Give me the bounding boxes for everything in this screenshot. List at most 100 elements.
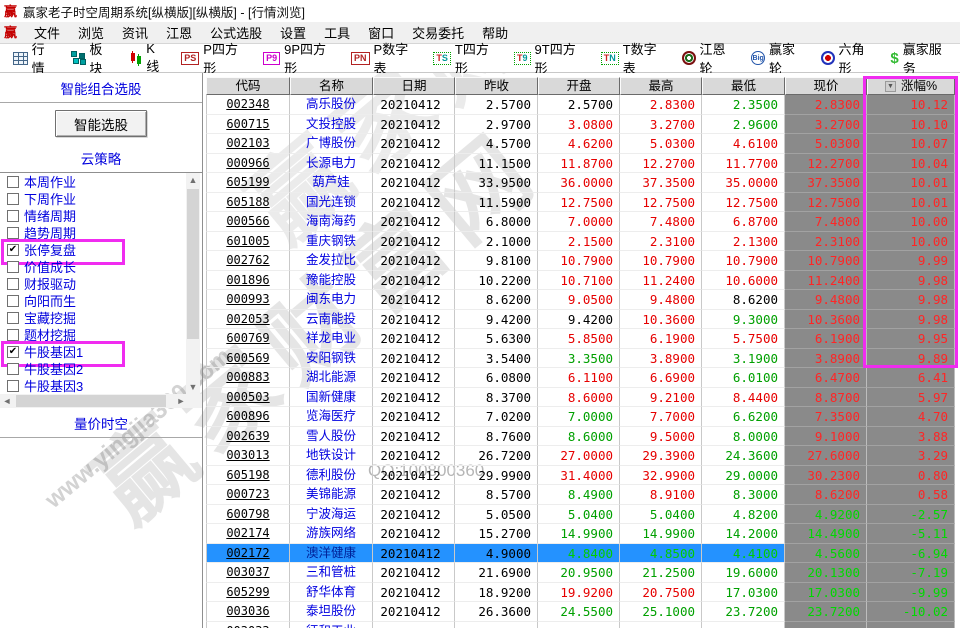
table-row-000883[interactable]: 000883湖北能源202104126.08006.11006.69006.01… xyxy=(206,368,960,388)
stock-code[interactable]: 001896 xyxy=(206,271,290,291)
checkbox-icon[interactable] xyxy=(7,295,19,307)
table-row-601005[interactable]: 601005重庆钢铁202104122.10002.15002.31002.13… xyxy=(206,232,960,252)
table-row-600715[interactable]: 600715文投控股202104122.97003.08003.27002.96… xyxy=(206,115,960,135)
stock-code[interactable]: 002348 xyxy=(206,95,290,115)
column-header-涨幅%[interactable]: ▼涨幅% xyxy=(867,77,955,95)
stock-code-link[interactable]: 601005 xyxy=(226,234,269,248)
stock-code-link[interactable]: 600769 xyxy=(226,331,269,345)
stock-code-link[interactable]: 605198 xyxy=(226,468,269,482)
scroll-thumb[interactable] xyxy=(187,189,199,339)
stock-code-link[interactable]: 600715 xyxy=(226,117,269,131)
stock-code[interactable]: 002172 xyxy=(206,544,290,564)
stock-code-link[interactable]: 000883 xyxy=(226,370,269,384)
stock-code-link[interactable]: 002639 xyxy=(226,429,269,443)
table-row-002762[interactable]: 002762金发拉比202104129.810010.790010.790010… xyxy=(206,251,960,271)
sort-indicator-icon[interactable]: ▼ xyxy=(885,81,896,92)
strategy-item-题材挖掘[interactable]: 题材挖掘 xyxy=(0,326,202,343)
column-header-开盘[interactable]: 开盘 xyxy=(538,77,620,95)
checkbox-icon[interactable] xyxy=(7,227,19,239)
table-row-002639[interactable]: 002639雪人股份202104128.76008.60009.50008.00… xyxy=(206,427,960,447)
stock-code[interactable]: 605198 xyxy=(206,466,290,486)
stock-code[interactable]: 601005 xyxy=(206,232,290,252)
checkbox-checked-icon[interactable]: ✔ xyxy=(7,346,19,358)
toolbar-item-4[interactable]: P99P四方形 xyxy=(256,39,344,77)
column-header-昨收[interactable]: 昨收 xyxy=(455,77,538,95)
toolbar-item-7[interactable]: T99T四方形 xyxy=(507,39,594,77)
column-header-最低[interactable]: 最低 xyxy=(702,77,785,95)
table-row-000723[interactable]: 000723美锦能源202104128.57008.49008.91008.30… xyxy=(206,485,960,505)
column-header-日期[interactable]: 日期 xyxy=(373,77,455,95)
scroll-down-icon[interactable]: ▼ xyxy=(186,380,200,394)
table-row-605188[interactable]: 605188国光连锁2021041211.590012.750012.75001… xyxy=(206,193,960,213)
checkbox-icon[interactable] xyxy=(7,363,19,375)
stock-code-link[interactable]: 003037 xyxy=(226,565,269,579)
column-header-名称[interactable]: 名称 xyxy=(290,77,373,95)
scroll-thumb-horizontal[interactable] xyxy=(16,395,166,407)
stock-code[interactable]: 600798 xyxy=(206,505,290,525)
toolbar-item-3[interactable]: PSP四方形 xyxy=(174,39,256,77)
column-header-最高[interactable]: 最高 xyxy=(620,77,702,95)
stock-code-link[interactable]: 000993 xyxy=(226,292,269,306)
stock-code[interactable]: 000883 xyxy=(206,368,290,388)
table-row-600769[interactable]: 600769祥龙电业202104125.63005.85006.19005.75… xyxy=(206,329,960,349)
stock-code-link[interactable]: 000966 xyxy=(226,156,269,170)
stock-code-link[interactable]: 000723 xyxy=(226,487,269,501)
stock-code[interactable]: 003036 xyxy=(206,602,290,622)
stock-code[interactable]: 600896 xyxy=(206,407,290,427)
strategy-vertical-scrollbar[interactable]: ▲ ▼ xyxy=(186,173,200,394)
checkbox-checked-icon[interactable]: ✔ xyxy=(7,244,19,256)
strategy-item-牛股基因1[interactable]: ✔牛股基因1 xyxy=(0,343,202,360)
strategy-item-趋势周期[interactable]: 趋势周期 xyxy=(0,224,202,241)
stock-code[interactable]: 000566 xyxy=(206,212,290,232)
checkbox-icon[interactable] xyxy=(7,329,19,341)
checkbox-icon[interactable] xyxy=(7,176,19,188)
toolbar-item-8[interactable]: TNT数字表 xyxy=(594,39,675,77)
toolbar-item-9[interactable]: 江恩轮 xyxy=(675,39,745,77)
table-row-605199[interactable]: 605199葫芦娃2021041233.950036.000037.350035… xyxy=(206,173,960,193)
strategy-item-价值成长[interactable]: 价值成长 xyxy=(0,258,202,275)
table-row-002348[interactable]: 002348高乐股份202104122.57002.57002.83002.35… xyxy=(206,95,960,115)
stock-code[interactable]: 605199 xyxy=(206,173,290,193)
stock-code[interactable]: 003037 xyxy=(206,563,290,583)
toolbar-item-5[interactable]: PNP数字表 xyxy=(344,39,426,77)
stock-code-link[interactable]: 002103 xyxy=(226,136,269,150)
stock-code[interactable]: 605299 xyxy=(206,583,290,603)
stock-code[interactable]: 000966 xyxy=(206,154,290,174)
scroll-up-icon[interactable]: ▲ xyxy=(186,173,200,187)
checkbox-icon[interactable] xyxy=(7,261,19,273)
stock-code-link[interactable]: 000566 xyxy=(226,214,269,228)
stock-code[interactable]: 600769 xyxy=(206,329,290,349)
stock-code[interactable]: 000503 xyxy=(206,388,290,408)
strategy-item-张停复盘[interactable]: ✔张停复盘 xyxy=(0,241,202,258)
strategy-item-向阳而生[interactable]: 向阳而生 xyxy=(0,292,202,309)
table-row-001896[interactable]: 001896豫能控股2021041210.220010.710011.24001… xyxy=(206,271,960,291)
stock-code-link[interactable]: 000503 xyxy=(226,390,269,404)
toolbar-item-11[interactable]: 六角形 xyxy=(814,39,884,77)
table-row-000566[interactable]: 000566海南海药202104126.80007.00007.48006.87… xyxy=(206,212,960,232)
table-row-003013[interactable]: 003013地铁设计2021041226.720027.000029.39002… xyxy=(206,446,960,466)
table-row-002174[interactable]: 002174游族网络2021041215.270014.990014.99001… xyxy=(206,524,960,544)
table-row-002172[interactable]: 002172澳洋健康202104124.90004.84004.85004.41… xyxy=(206,544,960,564)
stock-code[interactable]: 002762 xyxy=(206,251,290,271)
stock-code-link[interactable]: 002348 xyxy=(226,97,269,111)
checkbox-icon[interactable] xyxy=(7,278,19,290)
stock-code-link[interactable]: 001896 xyxy=(226,273,269,287)
stock-code[interactable]: 600569 xyxy=(206,349,290,369)
toolbar-item-10[interactable]: Big赢家轮 xyxy=(744,39,814,77)
strategy-item-牛股基因3[interactable]: 牛股基因3 xyxy=(0,377,202,394)
stock-code-link[interactable]: 002174 xyxy=(226,526,269,540)
stock-code[interactable]: 002639 xyxy=(206,427,290,447)
stock-code-link[interactable]: 003013 xyxy=(226,448,269,462)
column-header-现价[interactable]: 现价 xyxy=(785,77,867,95)
strategy-item-下周作业[interactable]: 下周作业 xyxy=(0,190,202,207)
stock-code[interactable]: 002103 xyxy=(206,134,290,154)
stock-code[interactable]: 000993 xyxy=(206,290,290,310)
strategy-item-牛股基因2[interactable]: 牛股基因2 xyxy=(0,360,202,377)
table-row-000993[interactable]: 000993闽东电力202104128.62009.05009.48008.62… xyxy=(206,290,960,310)
strategy-horizontal-scrollbar[interactable]: ◄ ► xyxy=(0,394,202,408)
strategy-item-本周作业[interactable]: 本周作业 xyxy=(0,173,202,190)
stock-code-link[interactable]: 003036 xyxy=(226,604,269,618)
stock-code-link[interactable]: 605299 xyxy=(226,585,269,599)
table-row-003036[interactable]: 003036泰坦股份2021041226.360024.550025.10002… xyxy=(206,602,960,622)
strategy-item-情绪周期[interactable]: 情绪周期 xyxy=(0,207,202,224)
